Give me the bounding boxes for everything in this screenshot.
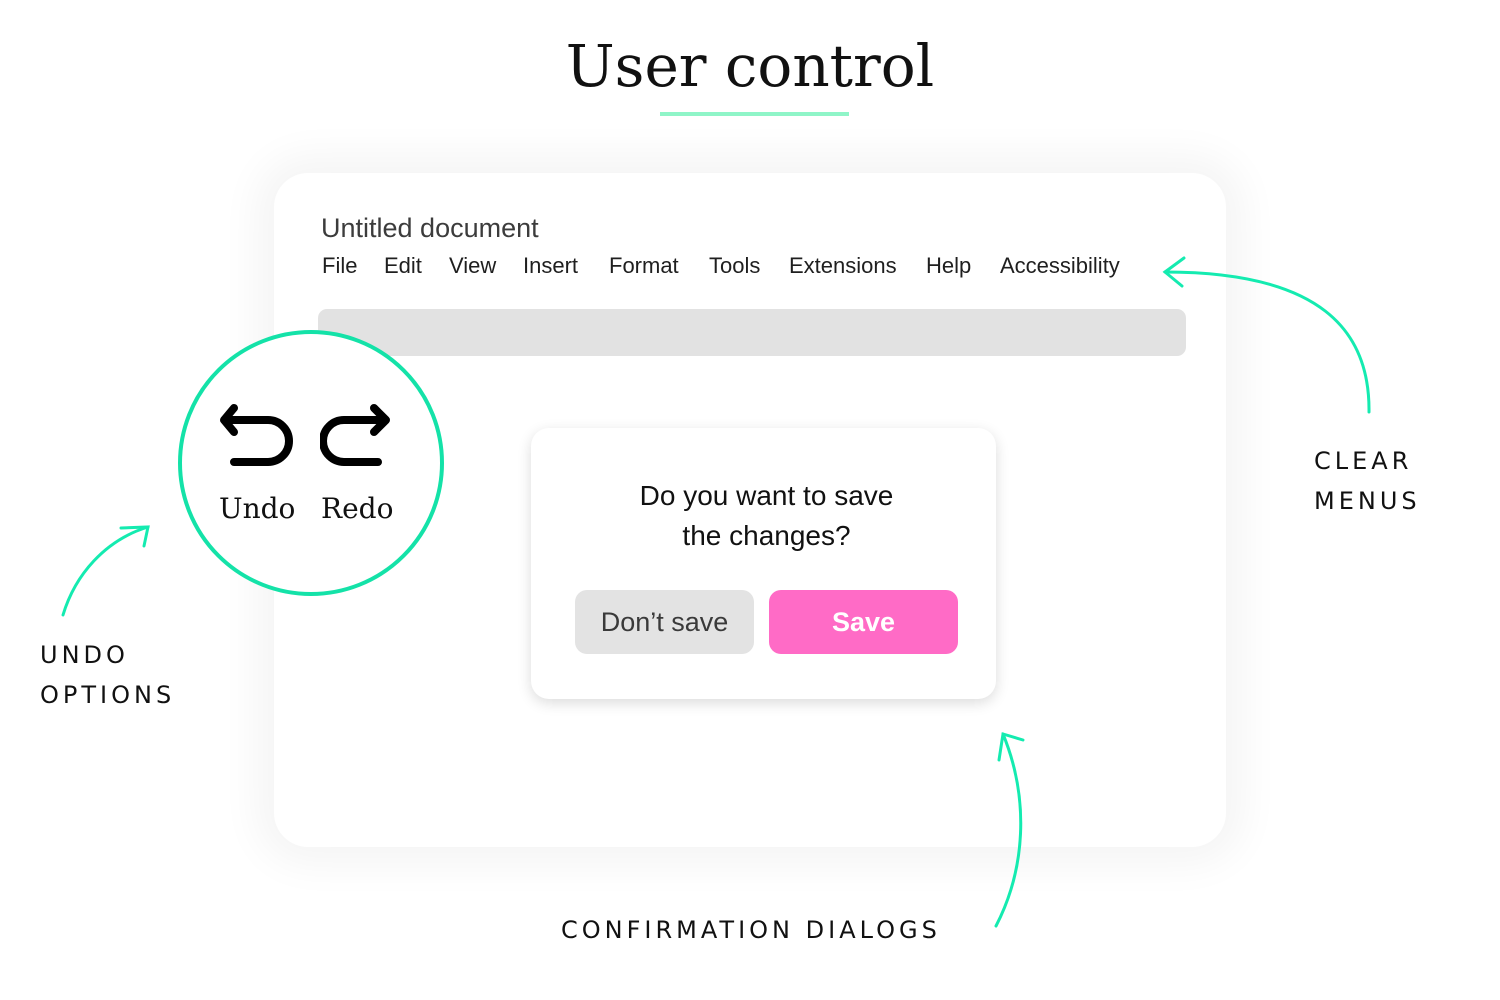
menu-insert[interactable]: Insert xyxy=(523,253,609,279)
annotation-clear-menus-line1: CLEAR xyxy=(1314,447,1413,475)
redo-label: Redo xyxy=(321,492,394,525)
annotation-clear-menus-line2: MENUS xyxy=(1314,487,1421,515)
menu-bar: File Edit View Insert Format Tools Exten… xyxy=(322,253,1120,279)
dialog-message: Do you want to save the changes? xyxy=(531,476,1002,556)
dialog-message-line2: the changes? xyxy=(682,520,851,551)
confirmation-dialog xyxy=(531,428,996,699)
save-button[interactable]: Save xyxy=(769,590,958,654)
menu-format[interactable]: Format xyxy=(609,253,709,279)
menu-edit[interactable]: Edit xyxy=(384,253,449,279)
annotation-undo-options: UNDO OPTIONS xyxy=(40,635,175,715)
menu-view[interactable]: View xyxy=(449,253,523,279)
menu-tools[interactable]: Tools xyxy=(709,253,789,279)
toolbar xyxy=(318,309,1186,356)
annotation-undo-options-line1: UNDO xyxy=(40,641,129,669)
arrow-undo-options-icon xyxy=(61,525,150,617)
undo-label: Undo xyxy=(219,492,296,525)
menu-help[interactable]: Help xyxy=(926,253,1000,279)
dialog-message-line1: Do you want to save xyxy=(639,480,894,511)
title-underline xyxy=(660,112,849,116)
menu-file[interactable]: File xyxy=(322,253,384,279)
arrow-undo-options-head-icon xyxy=(119,525,150,548)
menu-extensions[interactable]: Extensions xyxy=(789,253,926,279)
annotation-confirmation-dialogs: CONFIRMATION DIALOGS xyxy=(561,916,941,944)
redo-icon[interactable] xyxy=(320,400,396,470)
annotation-undo-options-line2: OPTIONS xyxy=(40,681,176,709)
dont-save-button[interactable]: Don’t save xyxy=(575,590,754,654)
document-title[interactable]: Untitled document xyxy=(321,213,539,244)
undo-icon[interactable] xyxy=(220,400,296,470)
undo-redo-highlight-circle xyxy=(178,330,444,596)
annotation-clear-menus: CLEAR MENUS xyxy=(1314,441,1421,521)
menu-accessibility[interactable]: Accessibility xyxy=(1000,253,1120,279)
page-title: User control xyxy=(565,32,935,100)
